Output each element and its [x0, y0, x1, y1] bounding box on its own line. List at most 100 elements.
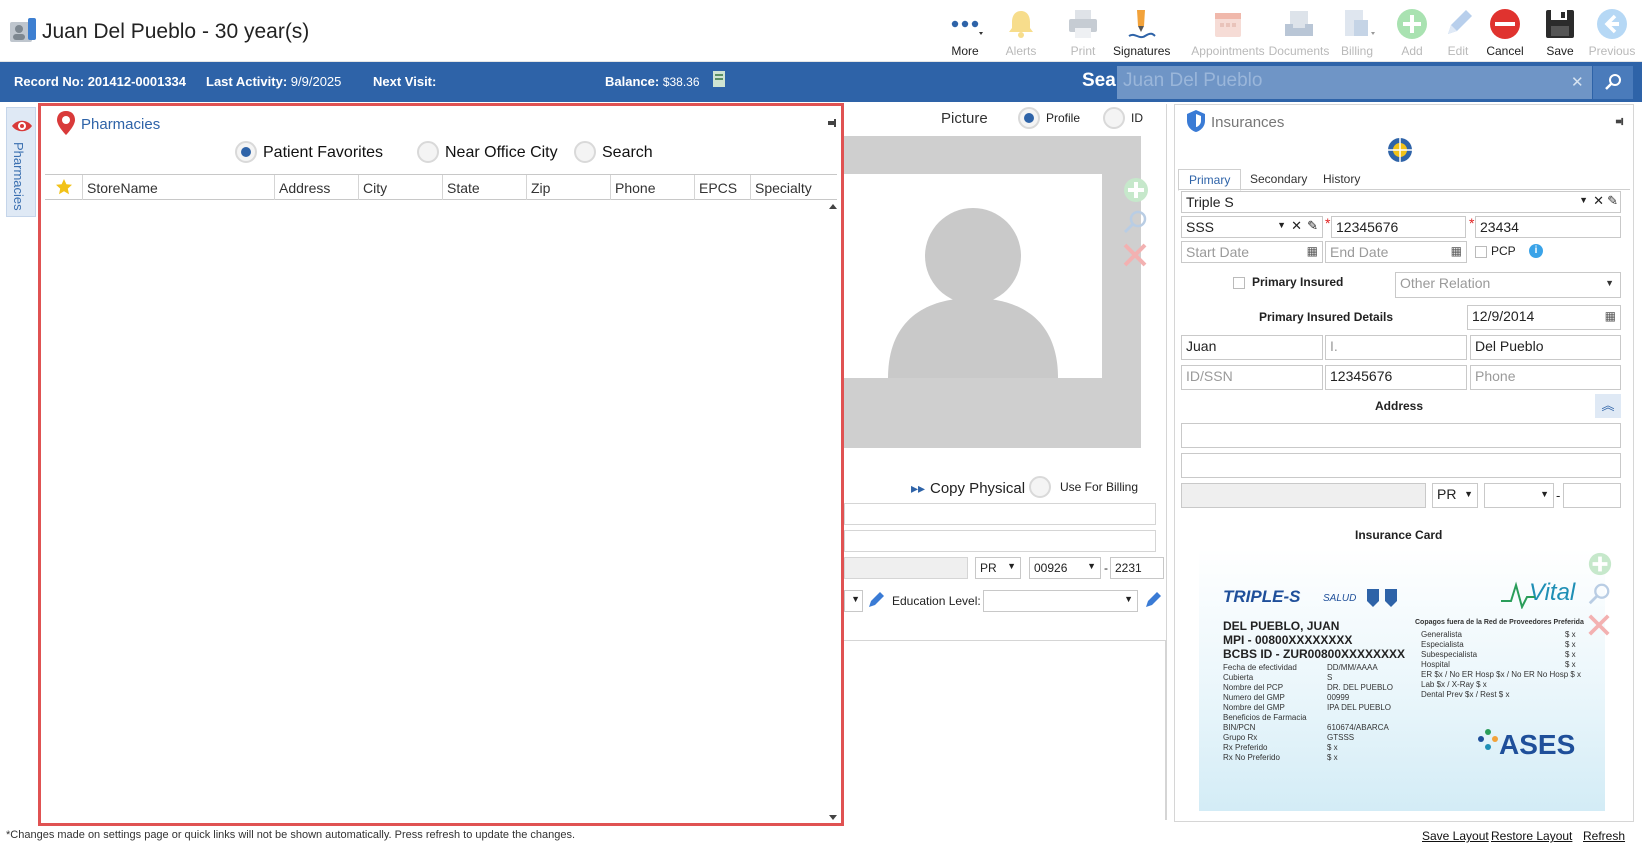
- zoom-photo-icon[interactable]: [1122, 209, 1148, 235]
- cancel-button[interactable]: Cancel: [1477, 4, 1533, 60]
- edit-plan-icon[interactable]: ✎: [1607, 193, 1618, 209]
- insurance-subplan-select[interactable]: SSS ▼ ✕ ✎: [1181, 216, 1323, 238]
- insured-phone-input[interactable]: Phone: [1470, 365, 1621, 390]
- more-dots-icon: [951, 20, 983, 35]
- search-button[interactable]: [1593, 66, 1633, 99]
- column-header-zip[interactable]: Zip: [527, 175, 611, 200]
- picture-radio-id[interactable]: [1103, 107, 1125, 129]
- pin-panel-icon[interactable]: [827, 118, 837, 128]
- insured-id-input[interactable]: 12345676: [1325, 365, 1467, 390]
- card-detail-key: Hospital: [1421, 660, 1450, 669]
- filter-label-search: Search: [602, 144, 653, 161]
- save-button[interactable]: Save: [1532, 4, 1588, 60]
- column-header-specialty[interactable]: Specialty: [751, 175, 837, 200]
- tab-primary[interactable]: Primary: [1178, 169, 1242, 191]
- picture-radio-profile[interactable]: [1018, 107, 1040, 129]
- insured-dob-input[interactable]: 12/9/2014 ▦: [1467, 305, 1621, 330]
- pcp-checkbox[interactable]: [1475, 246, 1487, 258]
- group-number-input[interactable]: 23434: [1475, 216, 1621, 238]
- balance-receipt-icon[interactable]: [710, 70, 728, 88]
- ases-logo-icon: [1478, 729, 1498, 750]
- insured-middle-initial-input[interactable]: I.: [1325, 335, 1467, 360]
- appointments-button[interactable]: Appointments: [1185, 4, 1271, 60]
- column-header-phone[interactable]: Phone: [611, 175, 695, 200]
- copy-physical-link[interactable]: Copy Physical: [930, 480, 1025, 497]
- zoom-card-icon[interactable]: [1587, 582, 1611, 606]
- language-select-end[interactable]: ▼: [844, 590, 863, 612]
- delete-card-icon[interactable]: [1587, 613, 1611, 637]
- more-button[interactable]: More: [937, 4, 993, 60]
- scroll-down-icon[interactable]: [829, 815, 837, 820]
- card-detail-row: Rx Preferido $ x: [1223, 743, 1423, 753]
- alerts-button[interactable]: Alerts: [993, 4, 1049, 60]
- filter-radio-near-office-city[interactable]: [417, 141, 439, 163]
- insurance-card-label: Insurance Card: [1355, 528, 1443, 542]
- insurance-plan-select[interactable]: Triple S ▼ ✕ ✎: [1181, 191, 1621, 213]
- insured-address-line-1-input[interactable]: [1181, 423, 1621, 448]
- favorite-column-header[interactable]: [45, 175, 83, 200]
- primary-insured-checkbox[interactable]: [1233, 277, 1245, 289]
- clear-subplan-icon[interactable]: ✕: [1291, 218, 1302, 234]
- grid-scrollbar[interactable]: [827, 202, 839, 822]
- insured-zip-select[interactable]: ▼: [1484, 483, 1554, 508]
- edit-subplan-icon[interactable]: ✎: [1307, 218, 1318, 234]
- pin-panel-icon[interactable]: [1615, 117, 1624, 126]
- start-date-input[interactable]: Start Date ▦: [1181, 241, 1323, 263]
- filter-radio-search[interactable]: [574, 141, 596, 163]
- city-input[interactable]: [844, 557, 968, 579]
- column-header-storename[interactable]: StoreName: [83, 175, 275, 200]
- profile-photo-placeholder[interactable]: [844, 174, 1102, 378]
- restore-layout-link[interactable]: Restore Layout: [1491, 829, 1572, 843]
- calendar-icon[interactable]: ▦: [1451, 244, 1462, 258]
- insured-id-ssn-input[interactable]: ID/SSN: [1181, 365, 1323, 390]
- insured-last-name-input[interactable]: Del Pueblo: [1470, 335, 1621, 360]
- delete-photo-icon[interactable]: [1122, 242, 1148, 268]
- print-button[interactable]: Print: [1055, 4, 1111, 60]
- insured-zip-extension-input[interactable]: [1563, 483, 1621, 508]
- save-layout-link[interactable]: Save Layout: [1422, 829, 1489, 843]
- add-card-icon[interactable]: [1587, 551, 1613, 577]
- insurance-card-image[interactable]: TRIPLE-S SALUD Vital DEL PUEBLO, JUAN MP…: [1199, 549, 1605, 811]
- info-icon[interactable]: i: [1529, 244, 1543, 258]
- filter-radio-patient-favorites[interactable]: [235, 141, 257, 163]
- calendar-icon[interactable]: ▦: [1307, 244, 1318, 258]
- add-photo-icon[interactable]: [1122, 176, 1150, 204]
- billing-button[interactable]: Billing: [1329, 4, 1385, 60]
- refresh-link[interactable]: Refresh: [1583, 829, 1625, 843]
- zip-select[interactable]: 00926 ▼: [1029, 557, 1101, 579]
- column-header-epcs[interactable]: EPCS: [695, 175, 751, 200]
- edit-education-icon[interactable]: [1143, 590, 1163, 610]
- tab-secondary[interactable]: Secondary: [1240, 169, 1317, 189]
- clear-plan-icon[interactable]: ✕: [1593, 193, 1604, 209]
- column-header-address[interactable]: Address: [275, 175, 359, 200]
- end-date-input[interactable]: End Date ▦: [1325, 241, 1467, 263]
- insured-first-name-input[interactable]: Juan: [1181, 335, 1323, 360]
- insured-address-line-2-input[interactable]: [1181, 453, 1621, 478]
- zip-extension-input[interactable]: 2231: [1110, 557, 1164, 579]
- use-for-billing-radio[interactable]: [1029, 476, 1051, 498]
- other-relation-select[interactable]: Other Relation ▼: [1395, 272, 1621, 298]
- last-activity: Last Activity: 9/9/2025: [206, 74, 342, 89]
- member-id-input[interactable]: 12345676: [1331, 216, 1466, 238]
- insured-state-select[interactable]: PR ▼: [1432, 483, 1478, 508]
- edit-language-icon[interactable]: [866, 590, 886, 610]
- card-detail-key: Subespecialista: [1421, 650, 1478, 659]
- education-level-select[interactable]: ▼: [983, 590, 1138, 612]
- sidebar-tab-pharmacies[interactable]: Pharmacies: [6, 107, 36, 217]
- primary-insured-details-label: Primary Insured Details: [1259, 310, 1394, 324]
- search-clear-icon[interactable]: ✕: [1571, 73, 1584, 91]
- scroll-up-icon[interactable]: [829, 204, 837, 209]
- column-header-city[interactable]: City: [359, 175, 443, 200]
- documents-button[interactable]: Documents: [1262, 4, 1336, 60]
- calendar-icon[interactable]: ▦: [1605, 309, 1616, 323]
- patient-search-input[interactable]: Juan Del Pueblo: [1117, 66, 1592, 99]
- state-select[interactable]: PR ▼: [975, 557, 1021, 579]
- column-header-state[interactable]: State: [443, 175, 527, 200]
- signatures-button[interactable]: Signatures: [1113, 4, 1170, 60]
- address-line-2-input[interactable]: [844, 530, 1156, 552]
- insured-city-input[interactable]: [1181, 483, 1426, 508]
- collapse-address-icon[interactable]: ︽: [1595, 394, 1621, 418]
- address-line-1-input[interactable]: [844, 503, 1156, 525]
- tab-history[interactable]: History: [1313, 169, 1370, 189]
- previous-button[interactable]: Previous: [1584, 4, 1640, 60]
